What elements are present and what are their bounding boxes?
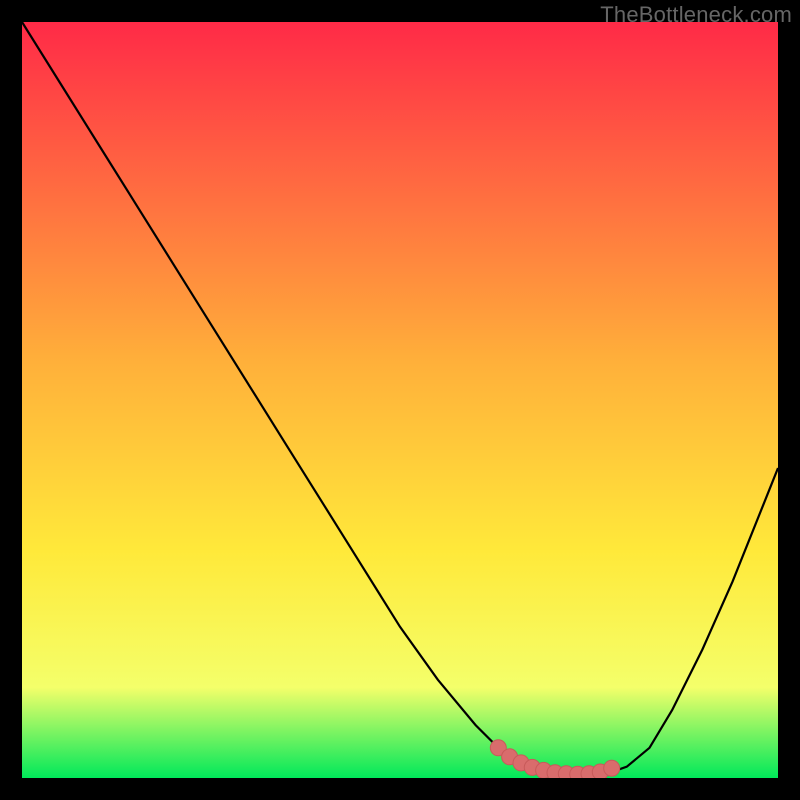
bottleneck-chart: [22, 22, 778, 778]
gradient-bg: [22, 22, 778, 778]
chart-frame: [22, 22, 778, 778]
watermark-text: TheBottleneck.com: [600, 2, 792, 28]
optimal-marker: [604, 760, 620, 776]
